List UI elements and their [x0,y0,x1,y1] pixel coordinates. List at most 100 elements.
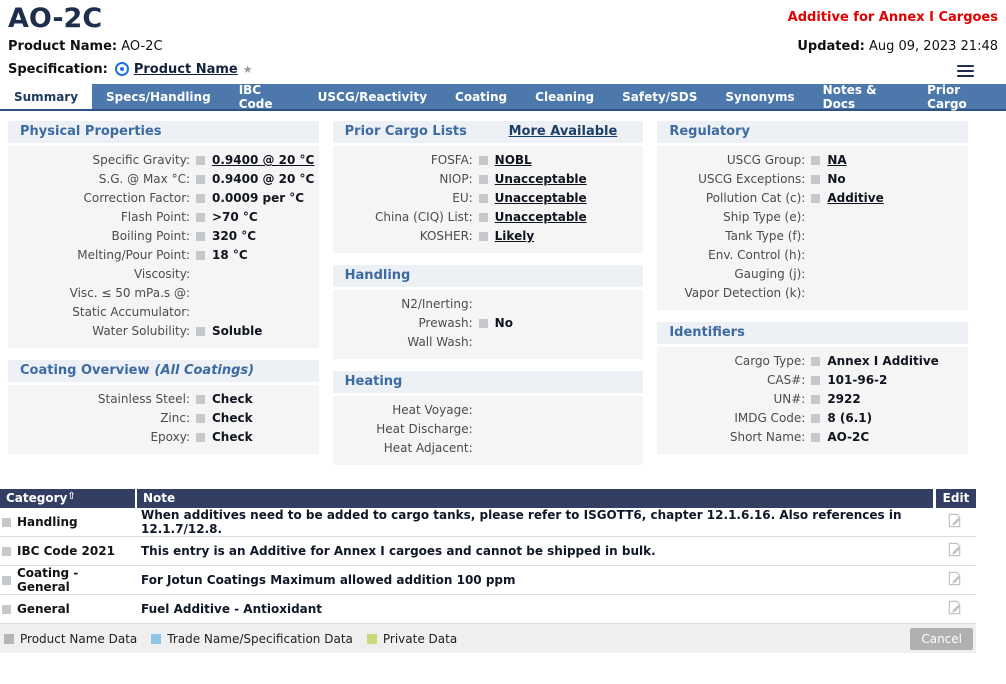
data-source-marker [479,175,488,184]
property-label: Heat Adjacent: [333,440,473,457]
notes-table: Category⇧ Note Edit Handling When additi… [0,489,976,653]
edit-note-icon[interactable] [947,600,962,615]
property-value: 0.9400 @ 20 °C [212,171,314,188]
data-source-marker [196,213,205,222]
property-value: 2922 [827,391,860,408]
tab[interactable]: IBC Code [225,84,304,109]
edit-note-icon[interactable] [947,513,962,528]
tab-bar: SummarySpecs/HandlingIBC CodeUSCG/Reacti… [0,84,1006,111]
tab[interactable]: Summary [0,84,92,109]
property-label: Env. Control (h): [657,247,805,264]
menu-icon[interactable] [957,62,974,80]
summary-content: Physical Properties Specific Gravity: 0.… [8,121,968,477]
tab[interactable]: Cleaning [521,84,608,109]
property-label: Short Name: [657,429,805,446]
category-column-header[interactable]: Category⇧ [0,489,135,508]
property-row: Tank Type (f): [657,227,968,246]
cancel-button[interactable]: Cancel [910,628,973,650]
legend-item: Private Data [367,632,457,646]
property-value[interactable]: Unacceptable [495,190,587,207]
note-text: This entry is an Additive for Annex I ca… [135,544,933,558]
data-source-marker [196,433,205,442]
property-value: No [495,315,513,332]
column-middle: Prior Cargo Lists More Available FOSFA: … [333,121,644,477]
legend-bar: Product Name Data Trade Name/Specificati… [0,624,976,653]
edit-note-icon[interactable] [947,571,962,586]
data-source-marker [196,175,205,184]
more-available-link[interactable]: More Available [509,124,618,140]
regulatory-panel: Regulatory USCG Group: NA USCG Exception… [657,121,968,310]
data-source-marker [196,156,205,165]
tab[interactable]: Notes & Docs [809,84,913,109]
heating-panel: Heating Heat Voyage: Heat Discharge: Hea… [333,371,644,465]
product-name-value: AO-2C [121,39,162,54]
property-label: Vapor Detection (k): [657,285,805,302]
property-row: China (CIQ) List: Unacceptable [333,208,644,227]
property-label: Heat Discharge: [333,421,473,438]
note-category: Coating - General [17,566,135,594]
property-value: Annex I Additive [827,353,938,370]
property-row: S.G. @ Max °C: 0.9400 @ 20 °C [8,170,319,189]
edit-column-header: Edit [936,489,976,508]
property-row: Melting/Pour Point: 18 °C [8,246,319,265]
identifiers-panel: Identifiers Cargo Type: Annex I Additive… [657,322,968,454]
property-row: Ship Type (e): [657,208,968,227]
property-value[interactable]: NA [827,152,846,169]
data-source-marker [811,194,820,203]
property-row: Epoxy: Check [8,428,319,447]
data-source-marker [2,576,11,585]
property-value[interactable]: Additive [827,190,883,207]
property-label: China (CIQ) List: [333,209,473,226]
coating-overview-panel: Coating Overview (All Coatings) Stainles… [8,360,319,454]
property-row: Short Name: AO-2C [657,428,968,447]
property-row: Prewash: No [333,314,644,333]
note-row: General Fuel Additive - Antioxidant [0,595,976,624]
specification-radio[interactable] [115,62,129,76]
specification-product-name-link[interactable]: Product Name [134,62,238,77]
panel-title: Physical Properties [20,124,162,140]
tab[interactable]: Safety/SDS [608,84,711,109]
tab[interactable]: Specs/Handling [92,84,225,109]
note-category: General [17,602,70,616]
data-source-marker [811,357,820,366]
data-source-marker [2,605,11,614]
property-label: IMDG Code: [657,410,805,427]
data-source-marker [196,414,205,423]
edit-note-icon[interactable] [947,542,962,557]
property-row: NIOP: Unacceptable [333,170,644,189]
property-label: Gauging (j): [657,266,805,283]
property-value[interactable]: Unacceptable [495,209,587,226]
tab[interactable]: USCG/Reactivity [304,84,441,109]
property-value[interactable]: NOBL [495,152,532,169]
note-column-header[interactable]: Note [137,489,933,508]
tab[interactable]: Synonyms [711,84,808,109]
note-category: IBC Code 2021 [17,544,115,558]
property-label: USCG Exceptions: [657,171,805,188]
property-row: USCG Exceptions: No [657,170,968,189]
note-category-cell: IBC Code 2021 [0,544,135,558]
property-label: Ship Type (e): [657,209,805,226]
star-icon[interactable]: ★ [243,63,253,76]
tab[interactable]: Prior Cargo [913,84,1006,109]
prior-cargo-lists-panel: Prior Cargo Lists More Available FOSFA: … [333,121,644,253]
tab[interactable]: Coating [441,84,521,109]
note-category-cell: Handling [0,515,135,529]
property-row: Water Solubility: Soluble [8,322,319,341]
data-source-marker [479,156,488,165]
property-value: Check [212,391,253,408]
updated-label: Updated: [797,39,864,54]
data-source-marker [196,232,205,241]
property-label: N2/Inerting: [333,296,473,313]
legend-items: Product Name Data Trade Name/Specificati… [4,632,471,646]
property-row: Static Accumulator: [8,303,319,322]
property-row: Specific Gravity: 0.9400 @ 20 °C [8,151,319,170]
property-value[interactable]: 0.9400 @ 20 °C [212,152,314,169]
property-row: Boiling Point: 320 °C [8,227,319,246]
data-source-marker [479,319,488,328]
property-value[interactable]: Unacceptable [495,171,587,188]
legend-swatch [151,634,161,644]
property-label: Wall Wash: [333,334,473,351]
property-value[interactable]: Likely [495,228,535,245]
data-source-marker [479,194,488,203]
property-value: 320 °C [212,228,256,245]
